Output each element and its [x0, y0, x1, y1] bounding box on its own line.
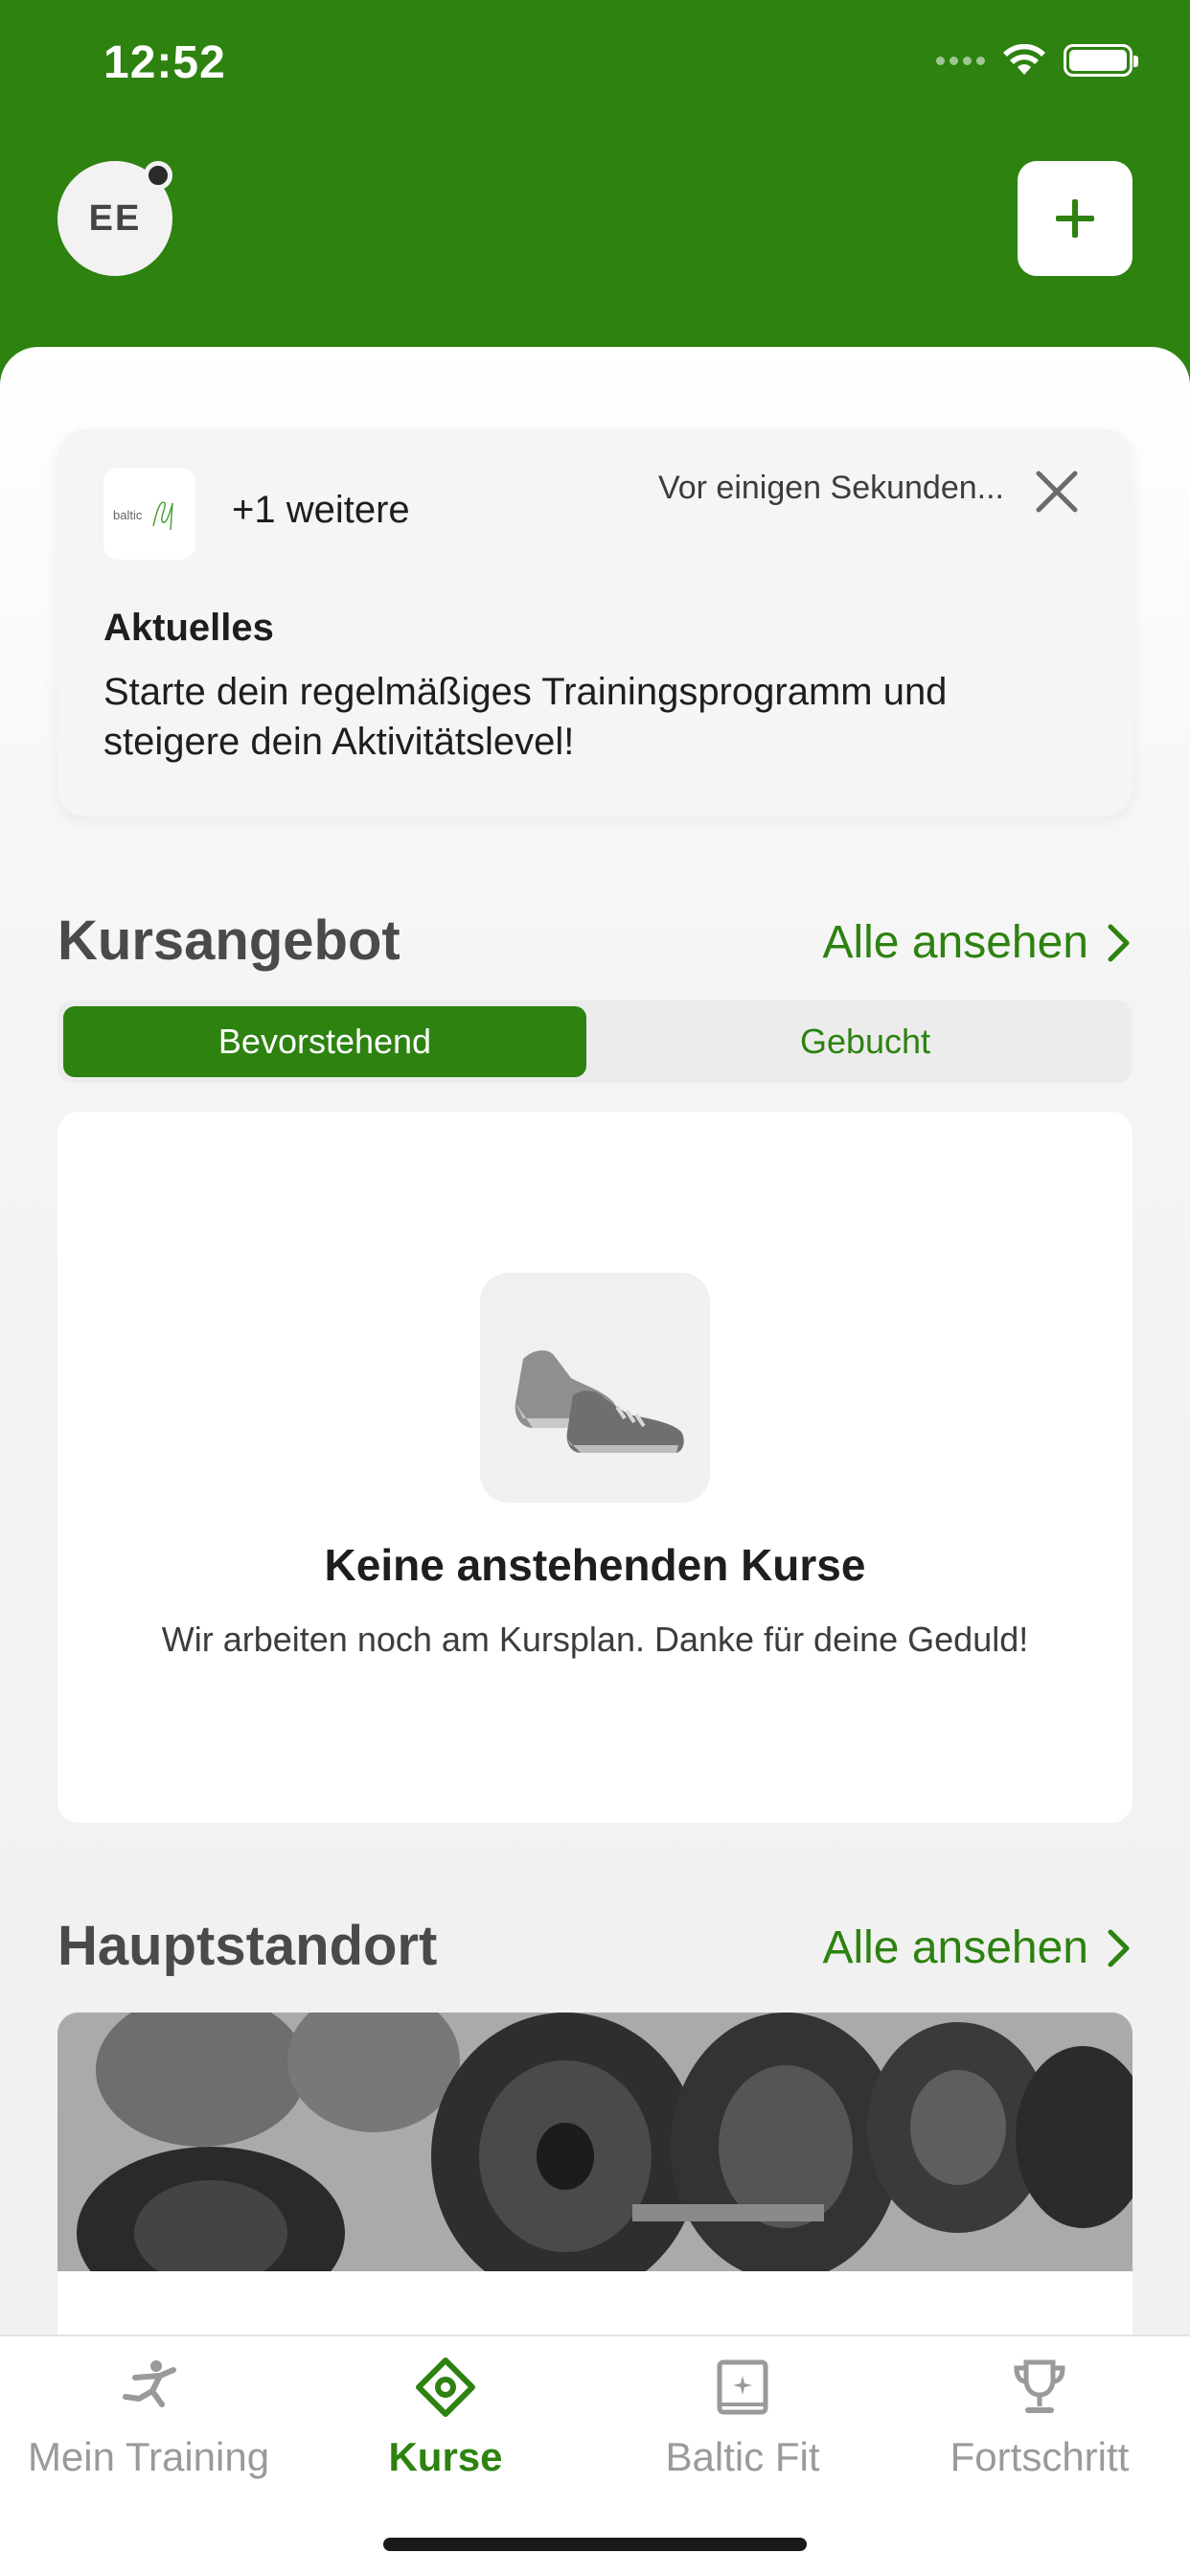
chevron-right-icon	[1108, 1929, 1130, 1966]
location-section-title: Hauptstandort	[57, 1915, 438, 1977]
news-body: Starte dein regelmäßiges Trainingsprogra…	[103, 671, 948, 763]
tab-baltic-fit[interactable]: Baltic Fit	[594, 2354, 891, 2480]
location-see-all-link[interactable]: Alle ansehen	[822, 1921, 1133, 1974]
gym-dumbbells-image	[57, 2012, 1133, 2319]
wifi-icon	[1003, 44, 1045, 75]
courses-see-all-link[interactable]: Alle ansehen	[822, 916, 1133, 969]
empty-state-title: Keine anstehenden Kurse	[324, 1540, 866, 1590]
signal-icon	[936, 56, 985, 65]
tab-label: Mein Training	[27, 2434, 270, 2479]
empty-courses-card: Keine anstehenden Kurse Wir arbeiten noc…	[57, 1112, 1133, 1823]
tab-booked[interactable]: Gebucht	[604, 1006, 1127, 1077]
running-figure-icon	[115, 2354, 182, 2421]
trophy-icon	[1006, 2354, 1073, 2421]
sneakers-icon	[480, 1273, 710, 1503]
courses-see-all-label: Alle ansehen	[822, 917, 1088, 968]
empty-state-subtitle: Wir arbeiten noch am Kursplan. Danke für…	[161, 1620, 1029, 1659]
status-time: 12:52	[103, 37, 226, 88]
header-bar: 12:52 EE	[0, 0, 1190, 364]
tab-kurse[interactable]: Kurse	[297, 2354, 594, 2480]
plus-icon	[1056, 199, 1094, 238]
target-diamond-icon	[412, 2354, 479, 2421]
news-timestamp: Vor einigen Sekunden...	[657, 470, 1004, 506]
tab-label: Fortschritt	[950, 2434, 1130, 2479]
news-more-label: +1 weitere	[232, 489, 410, 531]
location-card[interactable]	[57, 2012, 1133, 2338]
tab-upcoming[interactable]: Bevorstehend	[63, 1006, 586, 1077]
avatar[interactable]: EE	[57, 161, 172, 276]
avatar-initials: EE	[88, 197, 142, 239]
gym-building-icon	[709, 2354, 776, 2421]
notification-dot	[144, 161, 172, 190]
home-indicator[interactable]	[383, 2538, 807, 2551]
tab-label: Kurse	[388, 2434, 503, 2479]
courses-section-title: Kursangebot	[57, 909, 400, 972]
status-indicators	[936, 44, 1138, 77]
tab-fortschritt[interactable]: Fortschritt	[891, 2354, 1188, 2480]
close-icon[interactable]	[1033, 468, 1081, 516]
location-see-all-label: Alle ansehen	[822, 1922, 1088, 1973]
tab-label: Baltic Fit	[665, 2434, 820, 2479]
tab-mein-training[interactable]: Mein Training	[0, 2354, 297, 2480]
news-card[interactable]: baltic +1 weitere Vor einigen Sekunden..…	[57, 429, 1133, 816]
add-button[interactable]	[1018, 161, 1133, 276]
baltic-fit-logo: baltic	[103, 468, 195, 560]
news-title: Aktuelles	[103, 607, 274, 649]
battery-icon	[1064, 44, 1138, 77]
svg-text:baltic: baltic	[113, 508, 143, 522]
course-filter-segmented-control: Bevorstehend Gebucht	[57, 1000, 1133, 1083]
chevron-right-icon	[1108, 924, 1130, 961]
